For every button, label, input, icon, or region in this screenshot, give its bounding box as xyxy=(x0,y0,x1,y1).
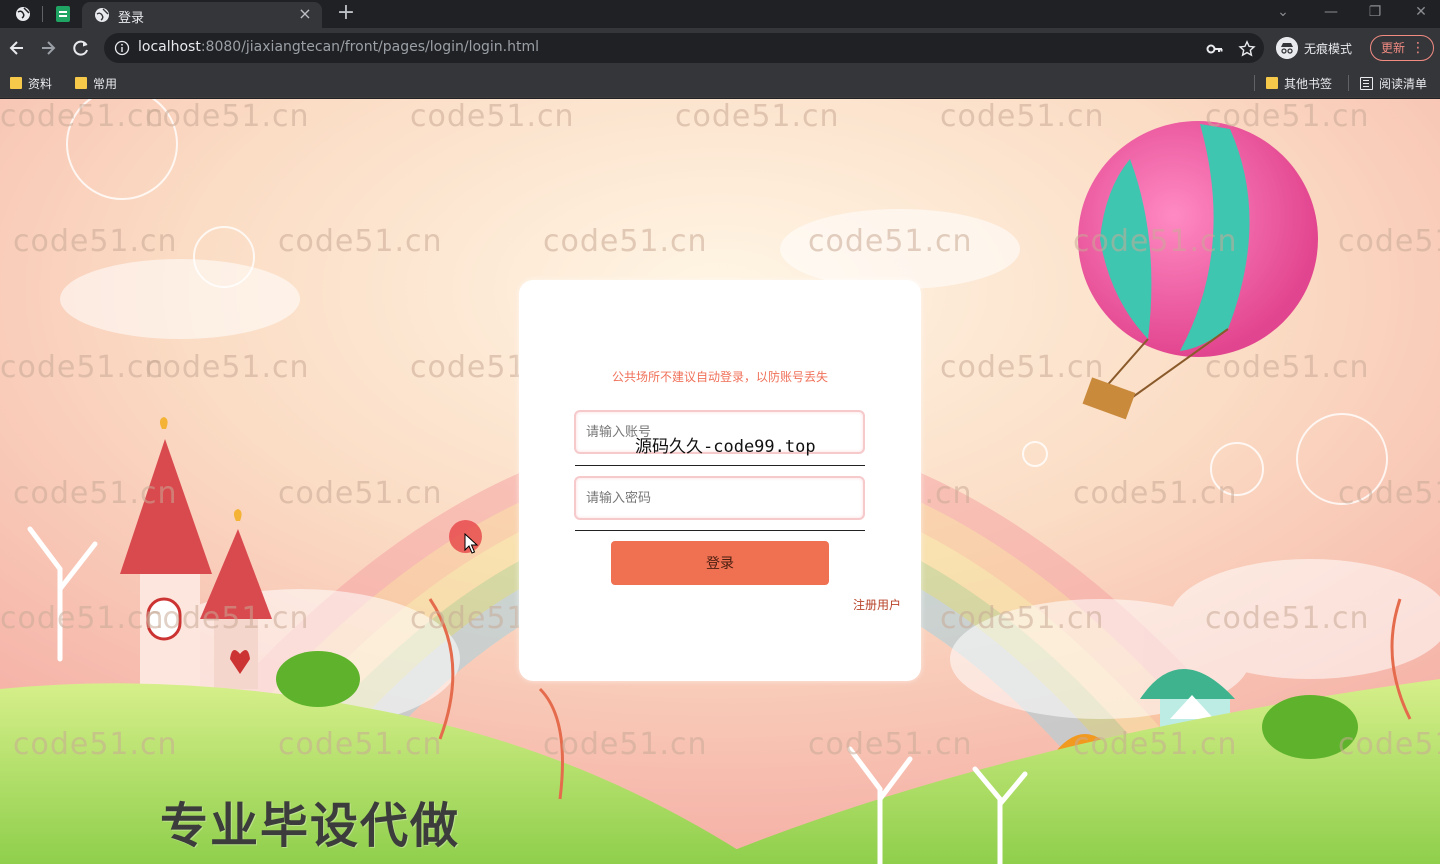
watermark-text: code51.cn xyxy=(0,99,165,134)
password-field[interactable] xyxy=(574,476,865,520)
watermark-text: code51.cn xyxy=(1205,350,1370,385)
watermark-text: code51.cn xyxy=(278,727,443,762)
watermark-text: code51.cn xyxy=(13,476,178,511)
url-text: localhost:8080/jiaxiangtecan/front/pages… xyxy=(138,39,539,55)
watermark-text: code51.cn xyxy=(145,99,310,134)
bookmark-divider xyxy=(1254,75,1255,91)
star-icon[interactable] xyxy=(1238,40,1256,58)
reading-list-icon xyxy=(1360,76,1373,90)
watermark-text: code51.cn xyxy=(1338,476,1440,511)
watermark-text: code51.cn xyxy=(1205,601,1370,636)
globe-icon[interactable] xyxy=(12,4,34,24)
reading-list-button[interactable]: 阅读清单 xyxy=(1360,74,1427,92)
reading-list-label: 阅读清单 xyxy=(1379,76,1428,91)
watermark-text: code51.cn xyxy=(0,350,165,385)
incognito-icon xyxy=(1276,37,1298,59)
tab-login[interactable]: 登录 × xyxy=(82,2,322,28)
watermark-text: code51.cn xyxy=(1338,224,1440,259)
watermark-text: code51.cn xyxy=(940,99,1105,134)
watermark-text: code51.cn xyxy=(543,727,708,762)
bookmark-label: 其他书签 xyxy=(1284,76,1333,91)
url-host: localhost xyxy=(138,39,201,55)
promo-banner-text: 专业毕设代做 xyxy=(160,798,461,854)
login-form: 公共场所不建议自动登录，以防账号丢失 登录 注册用户 xyxy=(519,280,921,681)
watermark-text: code51.cn xyxy=(1338,727,1440,762)
password-underline xyxy=(575,530,865,531)
login-button[interactable]: 登录 xyxy=(611,541,829,585)
bookmark-folder-ziliao[interactable]: 资料 xyxy=(10,74,52,92)
watermark-text: code51.cn xyxy=(0,601,165,636)
watermark-text: code51.cn xyxy=(940,350,1105,385)
mouse-cursor-icon xyxy=(464,533,478,554)
sheets-app-icon[interactable] xyxy=(52,4,74,24)
reload-icon[interactable] xyxy=(70,37,92,59)
tab-divider xyxy=(42,6,43,22)
watermark-text: code51.cn xyxy=(410,99,575,134)
password-input[interactable] xyxy=(586,488,846,508)
watermark-text: code51.cn xyxy=(145,601,310,636)
update-label: 更新 xyxy=(1381,41,1406,55)
address-bar[interactable]: localhost:8080/jiaxiangtecan/front/pages… xyxy=(104,33,1264,63)
bookmark-folder-other[interactable]: 其他书签 xyxy=(1266,74,1332,92)
folder-icon xyxy=(1266,77,1278,89)
tab-title: 登录 xyxy=(118,11,145,26)
tab-search-icon[interactable]: ⌄ xyxy=(1270,2,1296,22)
watermark-text: code51.cn xyxy=(13,727,178,762)
page-viewport: code51.cn code51.cn code51.cn code51.cn … xyxy=(0,99,1440,864)
source-overlay-text: 源码久久-code99.top xyxy=(635,437,816,457)
more-menu-icon[interactable]: ⋮ xyxy=(1411,36,1425,60)
register-link[interactable]: 注册用户 xyxy=(853,596,901,613)
back-arrow-icon[interactable] xyxy=(6,37,28,59)
update-button[interactable]: 更新 ⋮ xyxy=(1370,35,1434,61)
key-icon[interactable] xyxy=(1206,40,1224,58)
watermark-text: code51.cn xyxy=(940,601,1105,636)
incognito-indicator[interactable]: 无痕模式 xyxy=(1276,36,1352,60)
folder-icon xyxy=(10,77,22,89)
browser-toolbar: localhost:8080/jiaxiangtecan/front/pages… xyxy=(0,28,1440,68)
watermark-text: code51.cn xyxy=(1205,99,1370,134)
watermark-text: code51.cn xyxy=(808,224,973,259)
url-path: :8080/jiaxiangtecan/front/pages/login/lo… xyxy=(200,39,540,55)
restore-button[interactable]: ❐ xyxy=(1362,2,1388,22)
bookmarks-bar: 资料 常用 其他书签 阅读清单 xyxy=(0,68,1440,98)
watermark-text: code51.cn xyxy=(1073,476,1238,511)
watermark-text: code51.cn xyxy=(13,224,178,259)
globe-favicon-icon xyxy=(95,8,109,22)
bookmark-folder-changyong[interactable]: 常用 xyxy=(75,74,117,92)
watermark-text: code51.cn xyxy=(675,99,840,134)
new-tab-button[interactable]: + xyxy=(336,1,356,25)
watermark-text: code51.cn xyxy=(278,476,443,511)
watermark-text: code51.cn xyxy=(808,727,973,762)
watermark-text: code51.cn xyxy=(1073,727,1238,762)
watermark-text: code51.cn xyxy=(145,350,310,385)
incognito-label: 无痕模式 xyxy=(1304,41,1353,56)
bookmark-label: 常用 xyxy=(93,76,118,91)
close-window-button[interactable]: ✕ xyxy=(1408,2,1434,22)
info-icon[interactable] xyxy=(114,40,130,56)
auto-login-notice: 公共场所不建议自动登录，以防账号丢失 xyxy=(611,370,828,384)
tab-close-icon[interactable]: × xyxy=(296,5,314,23)
watermark-text: code51.cn xyxy=(543,224,708,259)
forward-arrow-icon[interactable] xyxy=(37,37,59,59)
bookmark-label: 资料 xyxy=(28,76,53,91)
tab-strip: 登录 × + ⌄ — ❐ ✕ xyxy=(0,0,1440,28)
watermark-text: code51.cn xyxy=(278,224,443,259)
watermark-text: code51.cn xyxy=(1073,224,1238,259)
folder-icon xyxy=(75,77,87,89)
username-underline xyxy=(575,465,865,466)
minimize-button[interactable]: — xyxy=(1318,2,1344,22)
bookmark-divider xyxy=(1348,75,1349,91)
